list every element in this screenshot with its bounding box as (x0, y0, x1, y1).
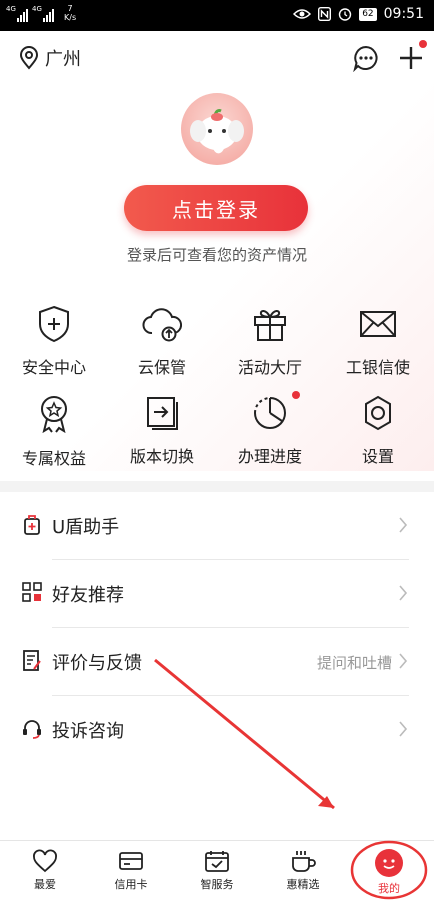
grid-item-cloud-storage[interactable]: 云保管 (108, 305, 216, 385)
grid-label: 安全中心 (21, 358, 86, 377)
menu-item-feedback[interactable]: 评价与反馈 提问和吐槽 (0, 628, 434, 696)
progress-pie-icon (254, 397, 286, 429)
shield-plus-icon (39, 305, 69, 343)
menu-label: 评价与反馈 (52, 653, 142, 674)
menu-hint: 提问和吐槽 (316, 654, 392, 672)
plus-icon (400, 47, 422, 69)
status-left: 4G 4G 7 K/s (6, 4, 76, 22)
signal-icon: 4G (6, 5, 28, 22)
gear-icon (365, 395, 391, 431)
award-badge-icon (41, 396, 67, 434)
nfc-icon (318, 7, 332, 21)
cloud-upload-icon (142, 308, 182, 342)
tab-favorites[interactable]: 最爱 (2, 841, 88, 904)
cup-icon (292, 851, 316, 872)
location-pin-icon (19, 46, 39, 70)
switch-version-icon (147, 397, 178, 430)
calendar-check-icon (205, 851, 229, 872)
gift-icon (254, 310, 286, 341)
heart-icon (33, 849, 57, 873)
speed-value: 7 (67, 4, 73, 13)
headset-icon (23, 720, 41, 739)
status-bar: 4G 4G 7 K/s 62 09:51 (0, 0, 434, 31)
usb-key-icon (24, 515, 40, 535)
login-tip: 登录后可查看您的资产情况 (126, 246, 307, 264)
tab-label: 信用卡 (114, 878, 148, 891)
menu-label: 好友推荐 (52, 585, 124, 606)
credit-card-icon (119, 852, 143, 870)
network-type-1: 4G (6, 5, 16, 13)
chat-bubble-icon (353, 45, 378, 73)
signal-icon-2: 4G (32, 5, 54, 22)
bottom-tab-bar: 最爱 信用卡 智服务 惠精选 我的 (0, 840, 434, 904)
elephant-mascot-icon (190, 109, 244, 154)
grid-item-activity-hall[interactable]: 活动大厅 (216, 305, 324, 385)
login-button[interactable]: 点击登录 (124, 185, 308, 231)
speed-unit: K/s (64, 13, 77, 22)
envelope-icon (360, 311, 396, 337)
chevron-right-icon (399, 721, 408, 737)
eye-icon (293, 9, 312, 19)
add-button[interactable] (397, 40, 427, 76)
menu-label: U盾助手 (52, 517, 120, 538)
network-type-2: 4G (32, 5, 42, 13)
grid-item-exclusive-rights[interactable]: 专属权益 (0, 394, 108, 474)
tab-label: 惠精选 (286, 878, 320, 891)
tab-smart-service[interactable]: 智服务 (174, 841, 260, 904)
grid-label: 活动大厅 (237, 358, 302, 377)
status-right: 62 09:51 (293, 6, 424, 22)
feedback-icon (23, 650, 41, 671)
grid-label: 版本切换 (129, 447, 194, 466)
grid-label: 设置 (361, 447, 394, 466)
grid-item-icbc-messenger[interactable]: 工银信使 (324, 305, 432, 385)
location-label: 广州 (45, 49, 81, 70)
grid-label: 工银信使 (345, 358, 410, 377)
face-icon (383, 859, 395, 869)
alarm-icon (338, 8, 352, 21)
tab-label: 我的 (378, 882, 400, 895)
menu-label: 投诉咨询 (52, 721, 124, 742)
battery-level: 62 (359, 7, 377, 21)
grid-item-security-center[interactable]: 安全中心 (0, 305, 108, 385)
tab-label: 智服务 (200, 878, 234, 891)
notification-dot (292, 391, 300, 399)
tab-credit-card[interactable]: 信用卡 (88, 841, 174, 904)
location-selector[interactable]: 广州 (19, 45, 81, 71)
menu-item-complaint[interactable]: 投诉咨询 (0, 696, 434, 764)
tab-mine[interactable]: 我的 (346, 841, 432, 904)
message-button[interactable] (352, 44, 380, 76)
menu-item-ukey-assistant[interactable]: U盾助手 (0, 492, 434, 560)
avatar[interactable] (181, 93, 253, 165)
chevron-right-icon (399, 585, 408, 601)
qr-code-icon (22, 582, 42, 602)
me-icon (375, 849, 403, 877)
tab-label: 最爱 (34, 878, 56, 891)
chevron-right-icon (399, 517, 408, 533)
clock: 09:51 (383, 6, 424, 22)
grid-item-settings[interactable]: 设置 (324, 394, 432, 474)
annotation-arrowhead (318, 796, 334, 808)
grid-label: 云保管 (137, 358, 186, 377)
menu-item-friend-referral[interactable]: 好友推荐 (0, 560, 434, 628)
network-speed: 7 K/s (64, 4, 76, 22)
grid-item-version-switch[interactable]: 版本切换 (108, 394, 216, 474)
chevron-right-icon (399, 653, 408, 669)
notification-dot (419, 40, 427, 48)
grid-label: 专属权益 (21, 449, 86, 468)
grid-label: 办理进度 (237, 447, 302, 466)
section-divider (0, 481, 434, 492)
tab-selected-deals[interactable]: 惠精选 (260, 841, 346, 904)
grid-item-progress[interactable]: 办理进度 (216, 391, 324, 474)
